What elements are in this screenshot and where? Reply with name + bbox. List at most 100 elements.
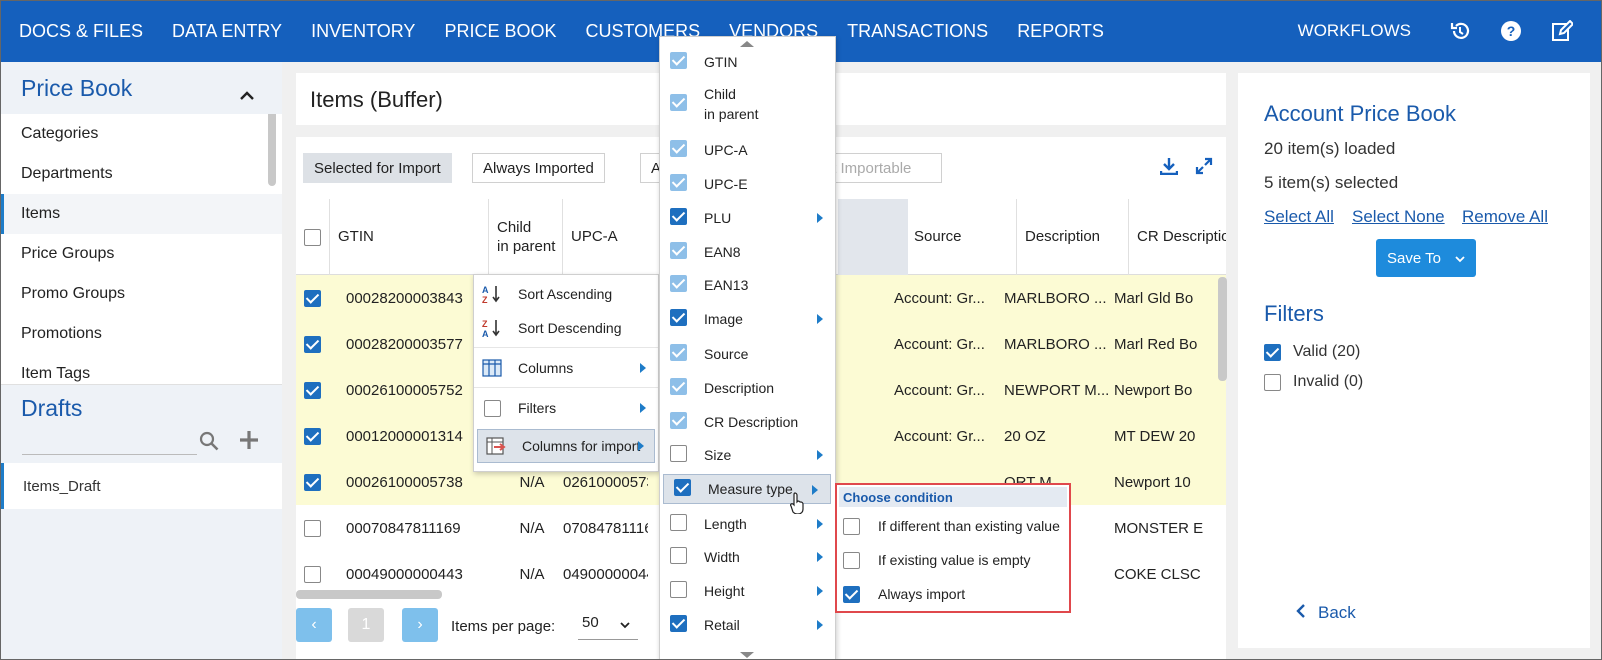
items-per-page-select[interactable]: 50 bbox=[578, 614, 638, 640]
column-item-plu[interactable]: PLU bbox=[660, 203, 835, 233]
column-item-upc-a[interactable]: UPC-A bbox=[660, 135, 835, 165]
filter-invalid[interactable]: Invalid (0) bbox=[1264, 373, 1363, 391]
col-source[interactable]: Source bbox=[906, 199, 1017, 275]
filter-valid-checkbox[interactable] bbox=[1264, 343, 1281, 361]
sidebar-item-promo-groups[interactable]: Promo Groups bbox=[0, 274, 282, 314]
row-checkbox-cell[interactable] bbox=[304, 413, 330, 459]
column-item-checkbox[interactable] bbox=[670, 208, 687, 225]
condition-if-different[interactable]: If different than existing value bbox=[843, 509, 1060, 543]
add-draft-icon[interactable] bbox=[238, 429, 260, 455]
table-vertical-scrollbar[interactable] bbox=[1218, 277, 1227, 381]
nav-docs-files[interactable]: DOCS & FILES bbox=[19, 21, 143, 42]
column-item-checkbox[interactable] bbox=[670, 547, 687, 564]
select-all-checkbox[interactable] bbox=[304, 228, 321, 246]
select-all-checkbox-cell[interactable] bbox=[296, 199, 330, 275]
col-child-in-parent[interactable]: Child in parent bbox=[489, 199, 563, 275]
sort-descending-item[interactable]: ZA Sort Descending bbox=[474, 311, 658, 345]
filter-valid[interactable]: Valid (20) bbox=[1264, 343, 1360, 361]
filters-item[interactable]: Filters bbox=[474, 391, 658, 425]
sidebar-item-categories[interactable]: Categories bbox=[0, 114, 282, 154]
column-item-height[interactable]: Height bbox=[660, 576, 835, 606]
column-item-checkbox[interactable] bbox=[670, 309, 687, 326]
draft-item[interactable]: Items_Draft bbox=[0, 463, 282, 509]
col-cr-description[interactable]: CR Descriptio bbox=[1129, 199, 1226, 275]
filter-invalid-checkbox[interactable] bbox=[1264, 373, 1281, 391]
col-gtin[interactable]: GTIN bbox=[330, 199, 489, 275]
column-item-image[interactable]: Image bbox=[660, 304, 835, 334]
row-checkbox[interactable] bbox=[304, 519, 321, 537]
column-item-ean8[interactable]: EAN8 bbox=[660, 237, 835, 267]
history-icon[interactable] bbox=[1449, 20, 1471, 42]
column-item-checkbox[interactable] bbox=[670, 581, 687, 598]
column-item-source[interactable]: Source bbox=[660, 339, 835, 369]
row-checkbox-cell[interactable] bbox=[304, 275, 330, 321]
column-item-checkbox[interactable] bbox=[670, 275, 687, 292]
sidebar-item-departments[interactable]: Departments bbox=[0, 154, 282, 194]
prev-page-button[interactable]: ‹ bbox=[296, 608, 332, 642]
sidebar-item-price-groups[interactable]: Price Groups bbox=[0, 234, 282, 274]
column-item-size[interactable]: Size bbox=[660, 440, 835, 470]
nav-workflows[interactable]: WORKFLOWS bbox=[1298, 21, 1411, 41]
column-item-length[interactable]: Length bbox=[660, 509, 835, 539]
row-checkbox-cell[interactable] bbox=[304, 321, 330, 367]
save-to-button[interactable]: Save To bbox=[1376, 239, 1476, 277]
selected-for-import-button[interactable]: Selected for Import bbox=[303, 153, 452, 183]
columns-item[interactable]: Columns bbox=[474, 351, 658, 385]
column-item-checkbox[interactable] bbox=[670, 174, 687, 191]
column-item-checkbox[interactable] bbox=[670, 242, 687, 259]
nav-data-entry[interactable]: DATA ENTRY bbox=[172, 21, 282, 42]
nav-inventory[interactable]: INVENTORY bbox=[311, 21, 415, 42]
column-item-checkbox[interactable] bbox=[670, 344, 687, 361]
condition-always-import-checkbox[interactable] bbox=[843, 585, 860, 603]
row-checkbox-cell[interactable] bbox=[304, 459, 330, 505]
always-imported-button[interactable]: Always Imported bbox=[472, 153, 605, 183]
back-button[interactable]: Back bbox=[1296, 603, 1356, 623]
column-item-checkbox[interactable] bbox=[670, 140, 687, 157]
row-checkbox[interactable] bbox=[304, 565, 321, 583]
sidebar-item-items[interactable]: Items bbox=[0, 194, 282, 234]
condition-if-different-checkbox[interactable] bbox=[843, 517, 860, 535]
column-item-width[interactable]: Width bbox=[660, 542, 835, 572]
chevron-up-icon[interactable] bbox=[240, 80, 254, 107]
drafts-search-input[interactable] bbox=[22, 427, 197, 455]
select-all-link[interactable]: Select All bbox=[1264, 207, 1334, 227]
column-item-checkbox[interactable] bbox=[670, 412, 687, 429]
row-checkbox-cell[interactable] bbox=[304, 505, 330, 551]
download-icon[interactable] bbox=[1159, 157, 1179, 179]
help-icon[interactable]: ? bbox=[1500, 20, 1522, 42]
column-item-checkbox[interactable] bbox=[670, 514, 687, 531]
next-page-button[interactable]: › bbox=[402, 608, 438, 642]
select-none-link[interactable]: Select None bbox=[1352, 207, 1445, 227]
remove-all-link[interactable]: Remove All bbox=[1462, 207, 1548, 227]
condition-if-empty[interactable]: If existing value is empty bbox=[843, 543, 1031, 577]
column-item-checkbox[interactable] bbox=[670, 378, 687, 395]
scroll-down-arrow[interactable] bbox=[740, 652, 754, 658]
column-item-checkbox[interactable] bbox=[670, 94, 687, 111]
condition-always-import[interactable]: Always import bbox=[843, 577, 965, 611]
col-description[interactable]: Description bbox=[1017, 199, 1129, 275]
column-item-ean13[interactable]: EAN13 bbox=[660, 270, 835, 300]
columns-for-import-item[interactable]: Columns for import bbox=[477, 429, 655, 463]
column-item-cr-description[interactable]: CR Description bbox=[660, 407, 835, 437]
sidebar-item-promotions[interactable]: Promotions bbox=[0, 314, 282, 354]
column-item-child-in-parent[interactable]: Child in parent bbox=[660, 81, 835, 127]
column-item-checkbox[interactable] bbox=[670, 615, 687, 632]
condition-if-empty-checkbox[interactable] bbox=[843, 551, 860, 569]
column-item-checkbox[interactable] bbox=[670, 52, 687, 69]
row-checkbox-cell[interactable] bbox=[304, 367, 330, 413]
column-item-upc-e[interactable]: UPC-E bbox=[660, 169, 835, 199]
row-checkbox[interactable] bbox=[304, 473, 321, 491]
expand-icon[interactable] bbox=[1195, 157, 1213, 179]
column-item-gtin[interactable]: GTIN bbox=[660, 47, 835, 77]
search-icon[interactable] bbox=[199, 431, 219, 455]
row-checkbox[interactable] bbox=[304, 427, 321, 445]
page-number[interactable]: 1 bbox=[348, 608, 384, 642]
price-book-section-header[interactable]: Price Book bbox=[0, 62, 282, 114]
row-checkbox[interactable] bbox=[304, 381, 321, 399]
column-item-checkbox[interactable] bbox=[670, 445, 687, 462]
sort-ascending-item[interactable]: AZ Sort Ascending bbox=[474, 277, 658, 311]
row-checkbox[interactable] bbox=[304, 335, 321, 353]
row-checkbox[interactable] bbox=[304, 289, 321, 307]
nav-reports[interactable]: REPORTS bbox=[1017, 21, 1104, 42]
column-item-retail[interactable]: Retail bbox=[660, 610, 835, 640]
